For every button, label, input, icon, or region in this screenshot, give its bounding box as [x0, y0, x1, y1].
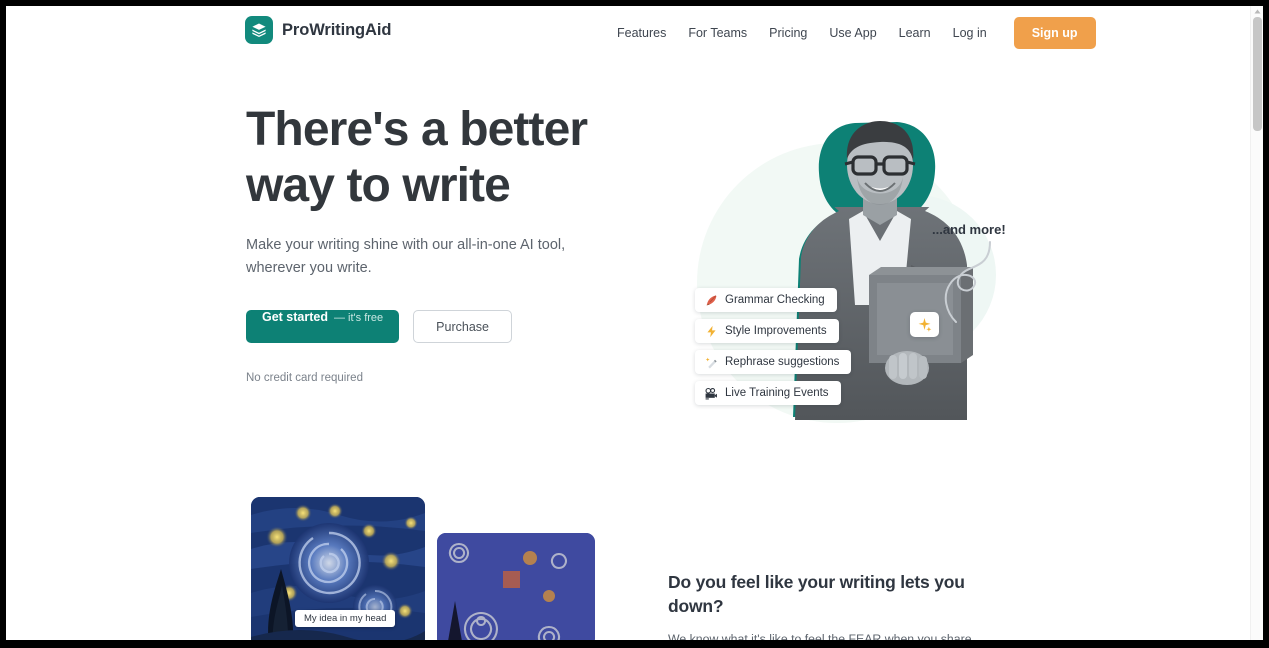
webpage-content: ProWritingAid Features For Teams Pricing…	[6, 6, 1257, 640]
section-two-heading: Do you feel like your writing lets you d…	[668, 572, 965, 616]
brand-name: ProWritingAid	[282, 20, 392, 39]
scrollbar-thumb[interactable]	[1253, 17, 1262, 131]
nav-link-features[interactable]: Features	[606, 21, 677, 45]
browser-viewport: ProWritingAid Features For Teams Pricing…	[6, 6, 1263, 640]
quill-pen-icon	[704, 293, 718, 307]
scroll-up-arrow-icon[interactable]	[1251, 6, 1264, 16]
nav-link-pricing[interactable]: Pricing	[758, 21, 818, 45]
hero-section: There's a better way to write Make your …	[6, 62, 1257, 482]
main-navigation: Features For Teams Pricing Use App Learn…	[606, 17, 1096, 49]
video-camera-icon	[704, 386, 718, 400]
book-pages-icon	[245, 16, 273, 44]
nav-link-for-teams[interactable]: For Teams	[677, 21, 758, 45]
browser-window-frame: ProWritingAid Features For Teams Pricing…	[0, 0, 1269, 648]
purchase-button[interactable]: Purchase	[413, 310, 512, 343]
writing-lets-you-down-section: My idea in my head Do you feel like your…	[6, 482, 1257, 640]
site-header: ProWritingAid Features For Teams Pricing…	[6, 6, 1257, 62]
nav-link-log-in[interactable]: Log in	[942, 21, 998, 45]
get-started-button[interactable]: Get started — it's free	[246, 310, 400, 343]
and-more-label: ...and more!	[932, 222, 1006, 237]
nav-link-use-app[interactable]: Use App	[818, 21, 887, 45]
nav-link-learn[interactable]: Learn	[888, 21, 942, 45]
feature-pill-label: Live Training Events	[725, 387, 829, 399]
sign-up-button[interactable]: Sign up	[1013, 17, 1096, 49]
hand-shape	[885, 351, 929, 385]
feature-pill-grammar-checking[interactable]: Grammar Checking	[695, 288, 837, 312]
feature-pill-label: Grammar Checking	[725, 294, 825, 306]
hero-copy-block: There's a better way to write Make your …	[246, 102, 626, 384]
feature-pill-style-improvements[interactable]: Style Improvements	[695, 319, 839, 343]
feature-pill-rephrase-suggestions[interactable]: Rephrase suggestions	[695, 350, 852, 374]
crude-doodle-drawing	[437, 533, 595, 640]
sparkle-icon	[910, 312, 939, 337]
feature-pill-label: Rephrase suggestions	[725, 356, 840, 368]
feature-pill-label: Style Improvements	[725, 325, 827, 337]
section-two-paragraph: We know what it's like to feel the FEAR …	[668, 632, 972, 640]
no-credit-card-note: No credit card required	[246, 372, 363, 384]
section-two-copy-block: Do you feel like your writing lets you d…	[668, 570, 1018, 640]
brand-logo-link[interactable]: ProWritingAid	[245, 16, 391, 44]
get-started-note: — it's free	[334, 312, 384, 324]
idea-caption: My idea in my head	[295, 610, 396, 627]
hero-subheadline: Make your writing shine with our all-in-…	[246, 237, 566, 276]
idea-vs-reality-artwork: My idea in my head	[246, 497, 606, 640]
hero-cta-group: Get started — it's free Purchase	[246, 310, 626, 343]
lightning-bolt-icon	[704, 324, 718, 338]
hero-illustration: ...and more! Grammar Checking Style Impr…	[661, 107, 1041, 447]
page-scrollbar[interactable]	[1250, 6, 1263, 640]
get-started-label: Get started	[262, 310, 328, 324]
magic-wand-icon	[704, 355, 718, 369]
feature-pill-live-training-events[interactable]: Live Training Events	[695, 381, 841, 405]
hero-headline: There's a better way to write	[246, 103, 588, 212]
